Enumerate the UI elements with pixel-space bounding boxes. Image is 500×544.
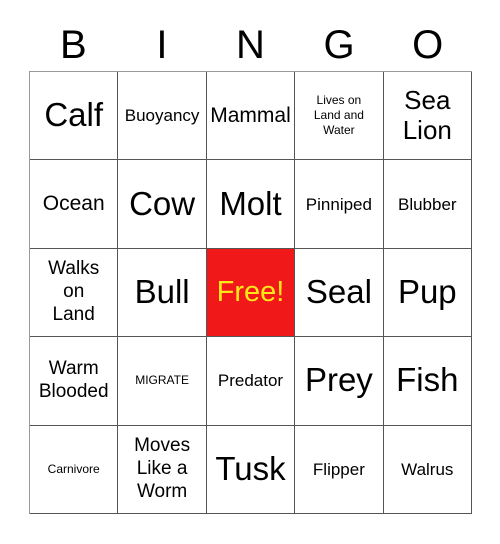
bingo-square-label: Molt [219, 184, 282, 222]
bingo-header: B I N G O [29, 19, 472, 71]
bingo-square-label: Flipper [312, 459, 365, 479]
header-letter-n: N [236, 23, 265, 67]
bingo-square[interactable]: Prey [295, 337, 384, 426]
bingo-square[interactable]: Calf [30, 72, 119, 161]
bingo-square-label: Pinniped [305, 194, 372, 214]
bingo-square[interactable]: Walks on Land [30, 248, 119, 338]
bingo-square-label: Prey [304, 361, 373, 399]
bingo-square-label: Ocean [42, 192, 105, 216]
bingo-square[interactable]: Fish [383, 337, 472, 426]
bingo-square-label: Tusk [215, 449, 286, 487]
bingo-square-label: Mammal [210, 103, 291, 127]
header-letter-g: G [323, 23, 355, 67]
bingo-card: B I N G O Calf Buoyancy Mammal Lives on Lan… [0, 0, 500, 544]
bingo-square[interactable]: Lives on Land and Water [295, 72, 384, 161]
bingo-square[interactable]: Sea Lion [383, 72, 472, 161]
bingo-square-label: Seal [305, 273, 372, 311]
bingo-square-label: Calf [44, 96, 104, 134]
bingo-square-label: MIGRATE [135, 373, 189, 388]
bingo-square-label: Predator [217, 371, 284, 391]
header-letter-i: I [156, 23, 168, 67]
bingo-grid: Calf Buoyancy Mammal Lives on Land and Wate… [29, 71, 472, 514]
bingo-square-label: Blubber [397, 194, 457, 214]
bingo-square-label: Walks on Land [48, 258, 100, 325]
bingo-square[interactable]: MIGRATE [118, 337, 207, 426]
bingo-square[interactable]: Carnivore [30, 425, 119, 514]
bingo-square[interactable]: Moves Like a Worm [118, 425, 207, 514]
bingo-square[interactable]: Predator [206, 337, 296, 426]
bingo-square-label: Fish [396, 361, 459, 399]
bingo-square-label: Cow [129, 184, 196, 222]
bingo-square[interactable]: Warm Blooded [30, 337, 119, 426]
bingo-square-label: Pup [397, 273, 457, 311]
bingo-square[interactable]: Blubber [383, 160, 472, 249]
bingo-square-label: Lives on Land and Water [313, 93, 364, 138]
header-letter-b: B [59, 23, 87, 67]
bingo-free-space[interactable]: Free! [206, 248, 296, 338]
bingo-square[interactable]: Mammal [206, 72, 296, 161]
header-letter-o: O [412, 23, 444, 67]
bingo-square-label: Carnivore [47, 461, 100, 476]
bingo-square[interactable]: Pinniped [295, 160, 384, 249]
bingo-square[interactable]: Bull [118, 248, 207, 338]
bingo-square-label: Warm Blooded [38, 358, 109, 402]
bingo-square[interactable]: Seal [295, 248, 384, 338]
bingo-square[interactable]: Buoyancy [118, 72, 207, 161]
bingo-square[interactable]: Cow [118, 160, 207, 249]
bingo-square[interactable]: Molt [206, 160, 296, 249]
bingo-square-label: Moves Like a Worm [134, 435, 191, 502]
bingo-square-label: Bull [134, 273, 190, 311]
bingo-square-label: Walrus [401, 459, 454, 479]
bingo-square[interactable]: Pup [383, 248, 472, 338]
bingo-square-label: Buoyancy [124, 106, 200, 126]
bingo-square-label: Sea Lion [402, 84, 452, 145]
bingo-square-label: Free! [216, 276, 285, 309]
bingo-square[interactable]: Tusk [206, 425, 296, 514]
bingo-square[interactable]: Flipper [295, 425, 384, 514]
bingo-square[interactable]: Ocean [30, 160, 119, 249]
bingo-square[interactable]: Walrus [383, 425, 472, 514]
